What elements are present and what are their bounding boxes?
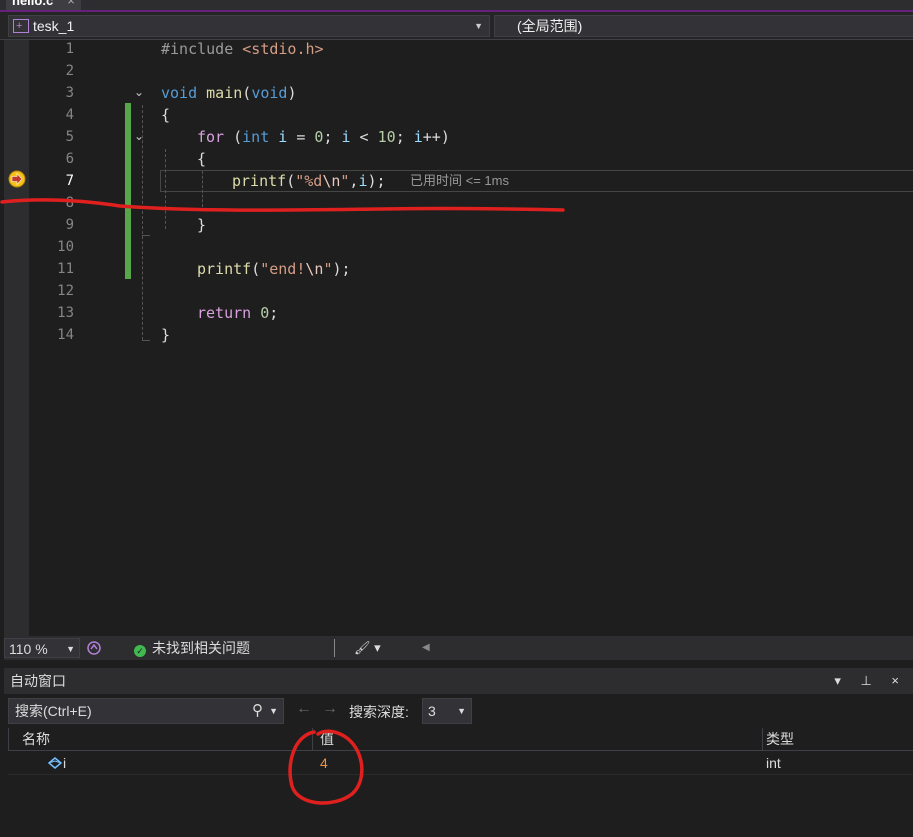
issues-text: 未找到相关问题 (152, 640, 250, 656)
line-number: 13 (57, 305, 74, 321)
line-number: 12 (57, 283, 74, 299)
document-tab-strip: hello.c × (0, 0, 913, 12)
project-name: tesk_1 (33, 18, 75, 34)
issues-indicator[interactable]: ✓ 未找到相关问题 (134, 636, 250, 660)
divider (334, 639, 335, 657)
code-line-3: void main(void) (161, 84, 297, 102)
chevron-down-icon: ▼ (457, 706, 466, 716)
code-line-5: for (int i = 0; i < 10; i++) (197, 128, 450, 146)
autos-window-title-bar: 自动窗口 ▾ ⊥ × (4, 668, 913, 694)
chevron-down-icon: ▼ (66, 644, 75, 654)
forward-arrow-icon[interactable]: → (322, 700, 338, 718)
navigation-bar: tesk_1 ▼ (全局范围) (0, 12, 913, 40)
autos-search-input[interactable]: 搜索(Ctrl+E) ⚲ ▼ (8, 698, 284, 724)
line-number: 3 (65, 85, 74, 101)
search-depth-value: 3 (428, 703, 436, 719)
line-number: 14 (57, 327, 74, 343)
fold-end-marker (142, 235, 150, 236)
variable-icon (48, 757, 62, 769)
table-row[interactable]: i 4 int (8, 752, 913, 775)
copilot-icon[interactable] (86, 640, 102, 656)
zoom-dropdown[interactable]: 110 % ▼ (4, 638, 80, 658)
red-annotation-underline (0, 198, 565, 212)
fold-toggle-icon[interactable]: ⌄ (134, 129, 144, 143)
line-number: 6 (65, 151, 74, 167)
editor-status-bar: 110 % ▼ ✓ 未找到相关问题 🖌 ▾ ◀ (4, 636, 913, 660)
variable-type: int (766, 755, 781, 771)
tab-title: hello.c (12, 0, 54, 8)
code-line-4: { (161, 106, 171, 124)
chevron-down-icon: ▼ (474, 21, 483, 31)
column-header-type[interactable]: 类型 (766, 728, 794, 750)
autos-window-title: 自动窗口 (10, 673, 66, 689)
line-number-current: 7 (65, 173, 74, 189)
project-icon (13, 16, 29, 36)
column-divider (8, 728, 9, 750)
code-line-14: } (161, 326, 171, 344)
breakpoint-margin[interactable] (4, 40, 29, 636)
line-number: 4 (65, 107, 74, 123)
zoom-value: 110 % (9, 641, 48, 657)
project-dropdown[interactable]: tesk_1 ▼ (8, 15, 490, 37)
column-divider[interactable] (762, 728, 763, 750)
window-controls[interactable]: ▾ ⊥ × (834, 668, 907, 694)
column-header-name[interactable]: 名称 (22, 728, 50, 750)
search-icon[interactable]: ⚲ (252, 699, 263, 723)
back-arrow-icon[interactable]: ← (296, 700, 312, 718)
red-annotation-circle (288, 729, 364, 805)
code-line-11: printf("end!\n"); (197, 260, 351, 278)
code-line-1: #include <stdio.h> (161, 40, 324, 58)
line-number: 5 (65, 129, 74, 145)
search-depth-label: 搜索深度: (349, 704, 409, 720)
elapsed-time-tip[interactable]: 已用时间 <= 1ms (410, 170, 509, 191)
fold-toggle-icon[interactable]: ⌄ (134, 85, 144, 99)
scroll-left-icon[interactable]: ◀ (422, 636, 430, 660)
search-depth-dropdown[interactable]: 3 ▼ (422, 698, 472, 724)
scope-label: (全局范围) (517, 18, 583, 34)
line-number: 10 (57, 239, 74, 255)
chevron-down-icon[interactable]: ▼ (269, 699, 278, 723)
line-number: 11 (57, 261, 74, 277)
code-line-13: return 0; (197, 304, 279, 322)
variable-name: i (63, 755, 67, 771)
scope-dropdown[interactable]: (全局范围) (494, 15, 913, 37)
tab-hello-c[interactable]: hello.c × (6, 0, 81, 10)
instruction-pointer-icon (8, 170, 26, 188)
autos-grid-header: 名称 值 类型 (8, 728, 913, 751)
check-icon: ✓ (134, 645, 146, 657)
line-number: 1 (65, 41, 74, 57)
line-number: 2 (65, 63, 74, 79)
search-placeholder: 搜索(Ctrl+E) (15, 703, 92, 719)
tab-close-icon[interactable]: × (67, 0, 75, 8)
code-line-6: { (197, 150, 207, 168)
code-cleanup-icon[interactable]: 🖌 ▾ (354, 636, 381, 660)
fold-end-marker (142, 340, 150, 341)
code-line-7: printf("%d\n",i); (232, 172, 386, 190)
